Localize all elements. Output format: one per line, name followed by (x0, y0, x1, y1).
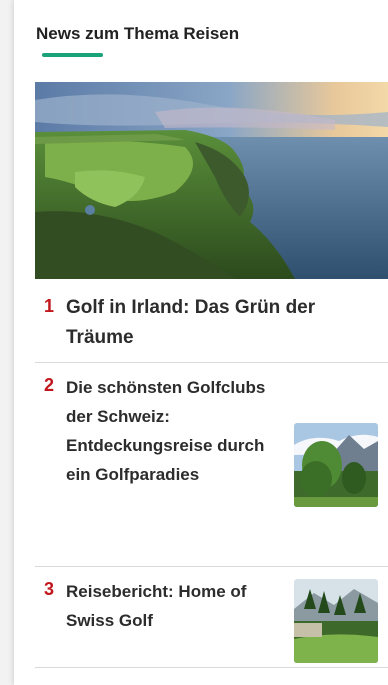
article-title-link[interactable]: Reisebericht: Home of Swiss Golf (66, 577, 276, 635)
trees-mountains-thumbnail-image (294, 423, 378, 507)
section-heading: News zum Thema Reisen (36, 24, 240, 43)
article-rank: 2 (44, 375, 55, 395)
news-widget: News zum Thema Reisen 1 Golf in Irland: … (14, 0, 388, 685)
list-item: 2 Die schönsten Golfclubs der Schweiz: E… (35, 363, 388, 567)
golf-course-alpine-thumbnail-image (294, 579, 378, 663)
article-rank: 1 (44, 296, 55, 316)
article-rank: 3 (44, 579, 55, 599)
article-title-link[interactable]: Golf in Irland: Das Grün der Träume (66, 293, 376, 353)
article-thumbnail[interactable] (294, 579, 378, 663)
hero-image (35, 82, 388, 279)
list-item: 1 Golf in Irland: Das Grün der Träume (35, 279, 388, 363)
list-item: 3 Reisebericht: Home of Swiss Golf (35, 567, 388, 668)
article-title-link[interactable]: Die schönsten Golfclubs der Schweiz: Ent… (66, 373, 271, 489)
heading-accent-bar (42, 53, 103, 57)
hero-image-link[interactable] (35, 82, 388, 279)
article-thumbnail[interactable] (294, 423, 378, 507)
